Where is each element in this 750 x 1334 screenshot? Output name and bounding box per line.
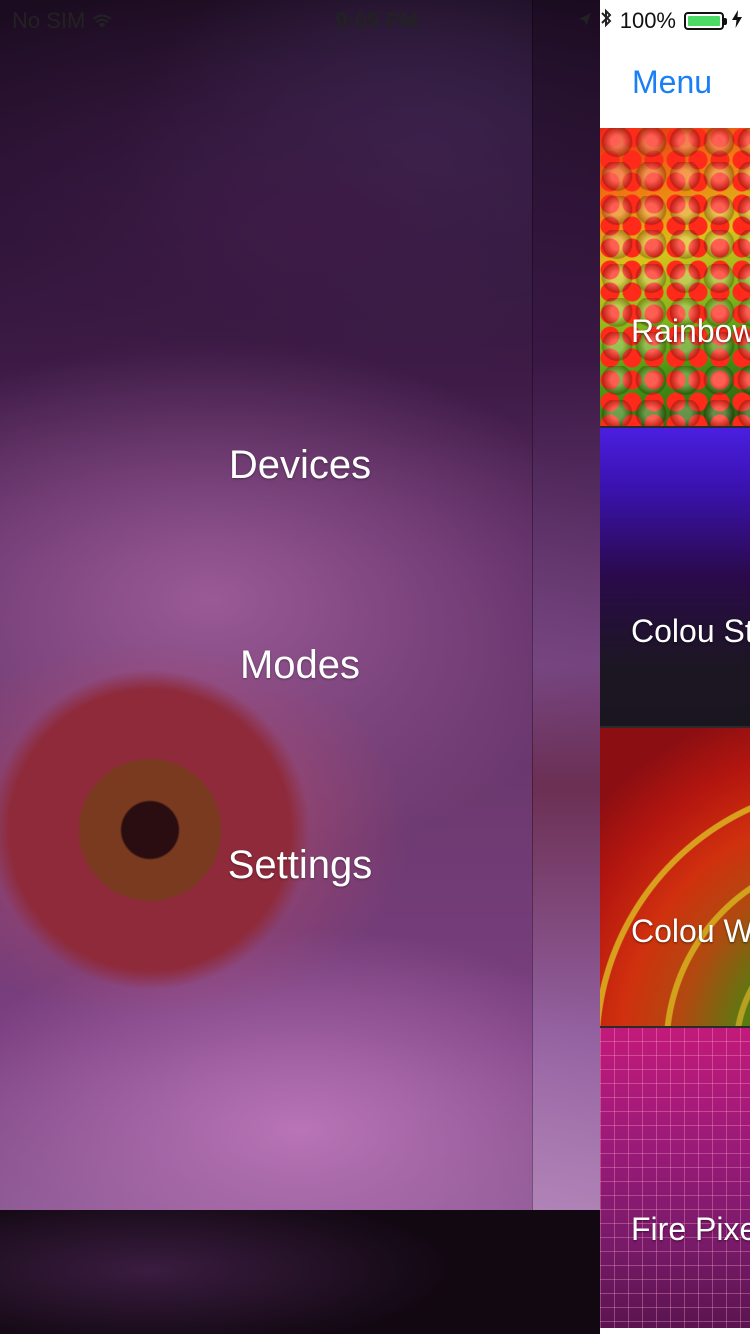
battery-nub	[724, 18, 727, 25]
menu-item-modes[interactable]: Modes	[0, 643, 600, 688]
wifi-icon	[91, 13, 113, 29]
menu-item-settings[interactable]: Settings	[0, 843, 600, 888]
side-menu: Devices Modes Settings	[0, 0, 600, 1334]
menu-button[interactable]: Menu	[632, 64, 712, 101]
mode-card-colour-wave[interactable]: Colou W	[600, 728, 750, 1026]
mode-label: Colou St	[631, 613, 750, 649]
battery-icon	[684, 12, 727, 30]
main-content-panel[interactable]: Menu Rainbow Colou St Colou W Fire Pixe	[600, 0, 750, 1334]
carrier-indicator: No SIM	[12, 8, 113, 34]
status-right-group: 100%	[578, 8, 742, 34]
mode-label: Rainbow	[631, 313, 750, 349]
charging-bolt-icon	[732, 8, 742, 34]
status-bar: No SIM 9:09 PM 100%	[0, 0, 750, 40]
app-screen: Devices Modes Settings Menu Rainbow Colo…	[0, 0, 750, 1334]
mode-label: Colou W	[631, 913, 750, 949]
battery-percent: 100%	[619, 8, 676, 33]
location-arrow-icon	[578, 8, 592, 34]
mode-card-fire-pixels[interactable]: Fire Pixe	[600, 1028, 750, 1328]
menu-item-devices[interactable]: Devices	[0, 443, 600, 488]
rainbow-dots-image	[600, 128, 750, 426]
status-time: 9:09 PM	[335, 8, 419, 33]
bluetooth-icon	[600, 8, 612, 34]
mode-label: Fire Pixe	[631, 1211, 750, 1247]
battery-fill	[688, 16, 720, 26]
mode-card-colour-strobe[interactable]: Colou St	[600, 428, 750, 726]
mode-card-rainbow[interactable]: Rainbow	[600, 128, 750, 426]
carrier-label: No SIM	[12, 8, 86, 33]
